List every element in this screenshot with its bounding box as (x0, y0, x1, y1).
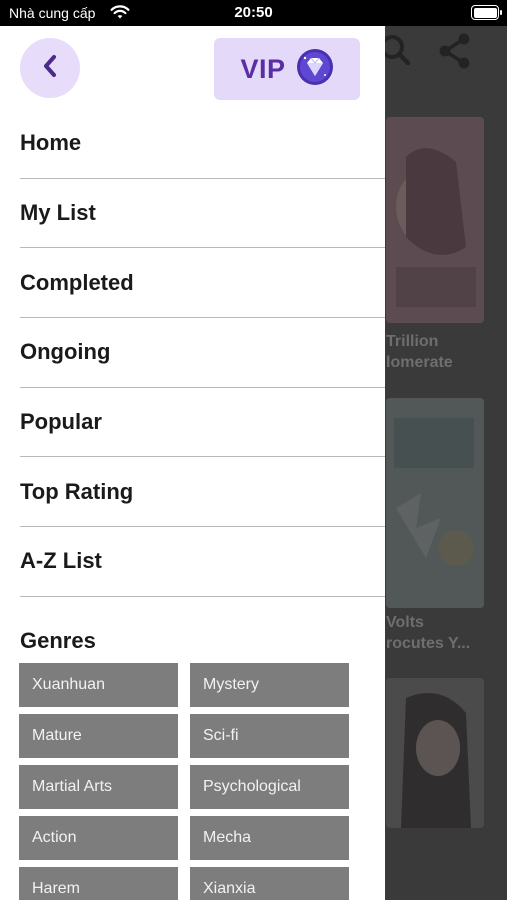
genre-chip-mystery[interactable]: Mystery (190, 663, 349, 707)
genre-chip-sci-fi[interactable]: Sci-fi (190, 714, 349, 758)
vip-button[interactable]: VIP (214, 38, 360, 100)
battery-icon (471, 5, 499, 20)
menu-item-ongoing[interactable]: Ongoing (20, 318, 385, 388)
share-icon (437, 32, 473, 75)
status-bar: Nhà cung cấp 20:50 (0, 0, 507, 26)
comic-title: Volts rocutes Y... (386, 614, 471, 652)
menu-item-label: Ongoing (20, 339, 111, 365)
genre-chip-mature[interactable]: Mature (19, 714, 178, 758)
genre-chip-action[interactable]: Action (19, 816, 178, 860)
menu-item-a-z-list[interactable]: A-Z List (20, 527, 385, 597)
vip-label: VIP (240, 53, 286, 84)
menu-item-label: My List (20, 200, 96, 226)
menu-item-popular[interactable]: Popular (20, 388, 385, 458)
genres-grid: Xuanhuan Mystery Mature Sci-fi Martial A… (19, 663, 350, 900)
genre-chip-harem[interactable]: Harem (19, 867, 178, 900)
menu-item-label: A-Z List (20, 548, 102, 574)
battery-tip (500, 10, 502, 15)
comic-cover[interactable] (386, 398, 484, 608)
menu-item-my-list[interactable]: My List (20, 179, 385, 249)
chevron-left-icon (40, 53, 60, 84)
menu-item-label: Popular (20, 409, 102, 435)
genre-chip-mecha[interactable]: Mecha (190, 816, 349, 860)
status-time: 20:50 (234, 4, 273, 21)
drawer-menu: Home My List Completed Ongoing Popular T… (0, 109, 385, 597)
navigation-drawer: VIP Home My List Completed Ongoing Popul… (0, 26, 385, 900)
menu-item-top-rating[interactable]: Top Rating (20, 457, 385, 528)
diamond-icon (296, 48, 334, 91)
genre-chip-xianxia[interactable]: Xianxia (190, 867, 349, 900)
comic-title: Trillion lomerate (386, 333, 453, 371)
menu-item-home[interactable]: Home (20, 109, 385, 179)
menu-item-label: Completed (20, 269, 134, 295)
genre-chip-psychological[interactable]: Psychological (190, 765, 349, 809)
menu-item-completed[interactable]: Completed (20, 248, 385, 319)
menu-item-label: Home (20, 130, 82, 156)
genre-chip-martial-arts[interactable]: Martial Arts (19, 765, 178, 809)
genres-heading: Genres (20, 628, 96, 653)
comic-cover[interactable] (386, 678, 484, 828)
genre-chip-xuanhuan[interactable]: Xuanhuan (19, 663, 178, 707)
back-button[interactable] (20, 38, 80, 98)
menu-item-label: Top Rating (20, 478, 134, 504)
comic-cover[interactable] (386, 117, 484, 323)
